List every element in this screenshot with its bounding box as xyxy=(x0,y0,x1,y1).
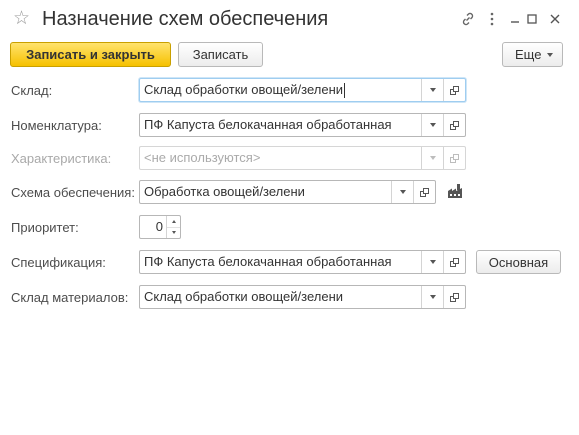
harakteristika-value: <не используются> xyxy=(144,150,261,165)
chevron-down-icon xyxy=(429,156,436,160)
harakteristika-open-button xyxy=(443,147,465,169)
harakteristika-label: Характеристика: xyxy=(11,151,112,166)
sklad-dropdown-button[interactable] xyxy=(421,79,443,101)
chevron-down-icon xyxy=(429,295,436,299)
window-title: Назначение схем обеспечения xyxy=(42,8,329,30)
nomenklatura-label: Номенклатура: xyxy=(11,118,102,133)
sklad-materialov-value: Склад обработки овощей/зелени xyxy=(144,289,344,304)
maximize-icon[interactable] xyxy=(520,8,544,30)
chevron-down-icon xyxy=(429,260,436,264)
save-and-close-button[interactable]: Записать и закрыть xyxy=(10,42,171,67)
sklad-open-button[interactable] xyxy=(443,79,465,101)
save-button[interactable]: Записать xyxy=(178,42,263,67)
more-button[interactable]: Еще xyxy=(502,42,563,67)
chevron-down-icon xyxy=(429,88,436,92)
specifikaciya-open-button[interactable] xyxy=(443,251,465,273)
open-window-icon xyxy=(450,257,459,267)
specifikaciya-field[interactable]: ПФ Капуста белокачанная обработанная xyxy=(139,250,466,274)
close-icon[interactable] xyxy=(543,8,567,30)
open-window-icon xyxy=(450,292,459,302)
favorite-star-icon[interactable]: ☆ xyxy=(13,8,30,30)
open-window-icon xyxy=(420,187,429,197)
skhema-label: Схема обеспечения: xyxy=(11,185,135,200)
osnovnaya-button[interactable]: Основная xyxy=(476,250,561,274)
chevron-down-icon xyxy=(547,52,554,57)
chevron-down-icon xyxy=(399,190,406,194)
sklad-materialov-field[interactable]: Склад обработки овощей/зелени xyxy=(139,285,466,309)
prioritet-value: 0 xyxy=(155,219,163,234)
open-window-icon xyxy=(450,85,459,95)
decrement-button[interactable] xyxy=(167,226,180,239)
nomenklatura-field[interactable]: ПФ Капуста белокачанная обработанная xyxy=(139,113,466,137)
nomenklatura-dropdown-button[interactable] xyxy=(421,114,443,136)
chevron-up-icon xyxy=(171,219,176,223)
open-window-icon xyxy=(450,153,459,163)
factory-icon[interactable] xyxy=(446,183,466,201)
skhema-value: Обработка овощей/зелени xyxy=(144,184,305,199)
specifikaciya-dropdown-button[interactable] xyxy=(421,251,443,273)
open-window-icon xyxy=(450,120,459,130)
sklad-materialov-open-button[interactable] xyxy=(443,286,465,308)
chevron-down-icon xyxy=(429,123,436,127)
prioritet-stepper[interactable]: 0 xyxy=(139,215,181,239)
specifikaciya-value: ПФ Капуста белокачанная обработанная xyxy=(144,254,392,269)
increment-button[interactable] xyxy=(167,216,180,227)
skhema-dropdown-button[interactable] xyxy=(391,181,413,203)
link-icon[interactable] xyxy=(456,8,480,30)
nomenklatura-value: ПФ Капуста белокачанная обработанная xyxy=(144,117,392,132)
sklad-value: Склад обработки овощей/зелени xyxy=(144,82,344,97)
skhema-open-button[interactable] xyxy=(413,181,435,203)
sklad-field[interactable]: Склад обработки овощей/зелени xyxy=(139,78,466,102)
specifikaciya-label: Спецификация: xyxy=(11,255,106,270)
chevron-down-icon xyxy=(171,231,176,235)
nomenklatura-open-button[interactable] xyxy=(443,114,465,136)
harakteristika-dropdown-button xyxy=(421,147,443,169)
sklad-label: Склад: xyxy=(11,83,53,98)
kebab-menu-icon[interactable] xyxy=(480,8,504,30)
sklad-materialov-dropdown-button[interactable] xyxy=(421,286,443,308)
text-cursor xyxy=(344,83,346,99)
sklad-materialov-label: Склад материалов: xyxy=(11,290,129,305)
more-label: Еще xyxy=(515,47,542,62)
skhema-field[interactable]: Обработка овощей/зелени xyxy=(139,180,436,204)
harakteristika-field: <не используются> xyxy=(139,146,466,170)
prioritet-label: Приоритет: xyxy=(11,220,79,235)
